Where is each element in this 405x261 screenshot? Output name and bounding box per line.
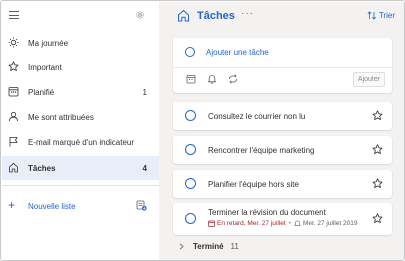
- hamburger-menu-icon[interactable]: [9, 11, 19, 19]
- sort-label: Trier: [378, 11, 395, 20]
- person-icon: [9, 111, 18, 122]
- star-icon[interactable]: [372, 213, 383, 224]
- calendar-icon: [8, 87, 19, 97]
- sort-icon: [367, 11, 376, 20]
- complete-checkbox[interactable]: [185, 110, 196, 121]
- home-icon: [9, 162, 18, 173]
- calendar-icon: [208, 220, 215, 227]
- sidebar-item-label: Planifié: [28, 87, 55, 97]
- home-icon: [178, 10, 189, 22]
- reminder-text: Mer. 27 juillet 2019: [302, 220, 358, 227]
- new-list-label: Nouvelle liste: [28, 202, 76, 211]
- star-icon: [8, 61, 19, 72]
- list-header: Tâches ··· Trier: [159, 2, 404, 32]
- due-date-text: En retard, Mer. 27 juillet: [217, 220, 286, 227]
- reminder-badge: Mer. 27 juillet 2019: [294, 220, 358, 227]
- add-task-input[interactable]: Ajouter une tâche: [206, 48, 269, 57]
- task-title: Rencontrer l'équipe marketing: [208, 146, 315, 155]
- sidebar-item-assigned[interactable]: Me sont attribuées: [2, 105, 159, 129]
- star-icon[interactable]: [372, 178, 383, 189]
- plus-icon: +: [8, 198, 16, 212]
- sidebar-item-label: E-mail marqué d'un indicateur: [28, 137, 135, 147]
- chevron-right-icon: [179, 243, 184, 250]
- app-window: Ma journée Important Planifié 1 Me sont …: [0, 0, 405, 261]
- complete-checkbox[interactable]: [185, 213, 196, 224]
- star-icon[interactable]: [372, 110, 383, 121]
- sidebar-item-count: 4: [142, 163, 147, 173]
- add-button[interactable]: Ajouter: [353, 72, 385, 87]
- page-title: Tâches: [197, 10, 235, 22]
- sidebar-item-my-day[interactable]: Ma journée: [2, 31, 159, 55]
- due-date-badge: En retard, Mer. 27 juillet: [208, 220, 286, 227]
- completed-count: 11: [230, 242, 239, 251]
- gear-icon[interactable]: [135, 10, 145, 20]
- sidebar-item-label: Tâches: [28, 163, 56, 173]
- main-panel: Tâches ··· Trier Ajouter une tâche Ajout…: [159, 2, 404, 260]
- flag-icon: [9, 137, 18, 147]
- task-title: Terminer la révision du document: [208, 208, 326, 217]
- task-item[interactable]: Planifier l'équipe hors site: [173, 170, 392, 198]
- task-item[interactable]: Consultez le courrier non lu: [173, 102, 392, 130]
- sidebar-item-label: Important: [28, 62, 62, 72]
- sidebar-item-flagged-email[interactable]: E-mail marqué d'un indicateur: [2, 130, 159, 154]
- sidebar-item-count: 1: [142, 87, 147, 97]
- meta-separator: •: [288, 220, 291, 227]
- sidebar-item-planned[interactable]: Planifié 1: [2, 80, 159, 104]
- completed-label: Terminé: [193, 242, 224, 251]
- new-list-button[interactable]: + Nouvelle liste: [2, 195, 159, 217]
- new-group-icon[interactable]: [136, 200, 147, 211]
- sidebar: Ma journée Important Planifié 1 Me sont …: [2, 2, 159, 260]
- sidebar-item-label: Me sont attribuées: [28, 112, 94, 122]
- sidebar-item-label: Ma journée: [28, 38, 69, 48]
- task-item[interactable]: Rencontrer l'équipe marketing: [173, 136, 392, 164]
- sidebar-divider: [2, 185, 159, 186]
- more-options-button[interactable]: ···: [241, 8, 254, 19]
- sidebar-item-important[interactable]: Important: [2, 55, 159, 79]
- task-meta: En retard, Mer. 27 juillet • Mer. 27 jui…: [208, 220, 358, 227]
- star-icon[interactable]: [372, 144, 383, 155]
- sun-icon: [8, 37, 19, 48]
- repeat-icon[interactable]: [228, 74, 238, 84]
- complete-checkbox[interactable]: [185, 178, 196, 189]
- bell-icon: [294, 220, 301, 226]
- task-item[interactable]: Terminer la révision du document En reta…: [173, 203, 392, 235]
- bell-icon[interactable]: [207, 74, 217, 84]
- due-date-icon[interactable]: [186, 74, 196, 84]
- task-title: Planifier l'équipe hors site: [208, 180, 299, 189]
- sidebar-item-tasks[interactable]: Tâches 4: [2, 156, 159, 180]
- add-task-card: Ajouter une tâche Ajouter: [173, 38, 392, 93]
- task-title: Consultez le courrier non lu: [208, 112, 306, 121]
- sort-button[interactable]: Trier: [367, 11, 395, 20]
- completed-section-toggle[interactable]: Terminé 11: [179, 242, 239, 251]
- add-task-divider: [173, 67, 392, 68]
- complete-checkbox[interactable]: [185, 144, 196, 155]
- add-task-circle-icon: [185, 47, 195, 57]
